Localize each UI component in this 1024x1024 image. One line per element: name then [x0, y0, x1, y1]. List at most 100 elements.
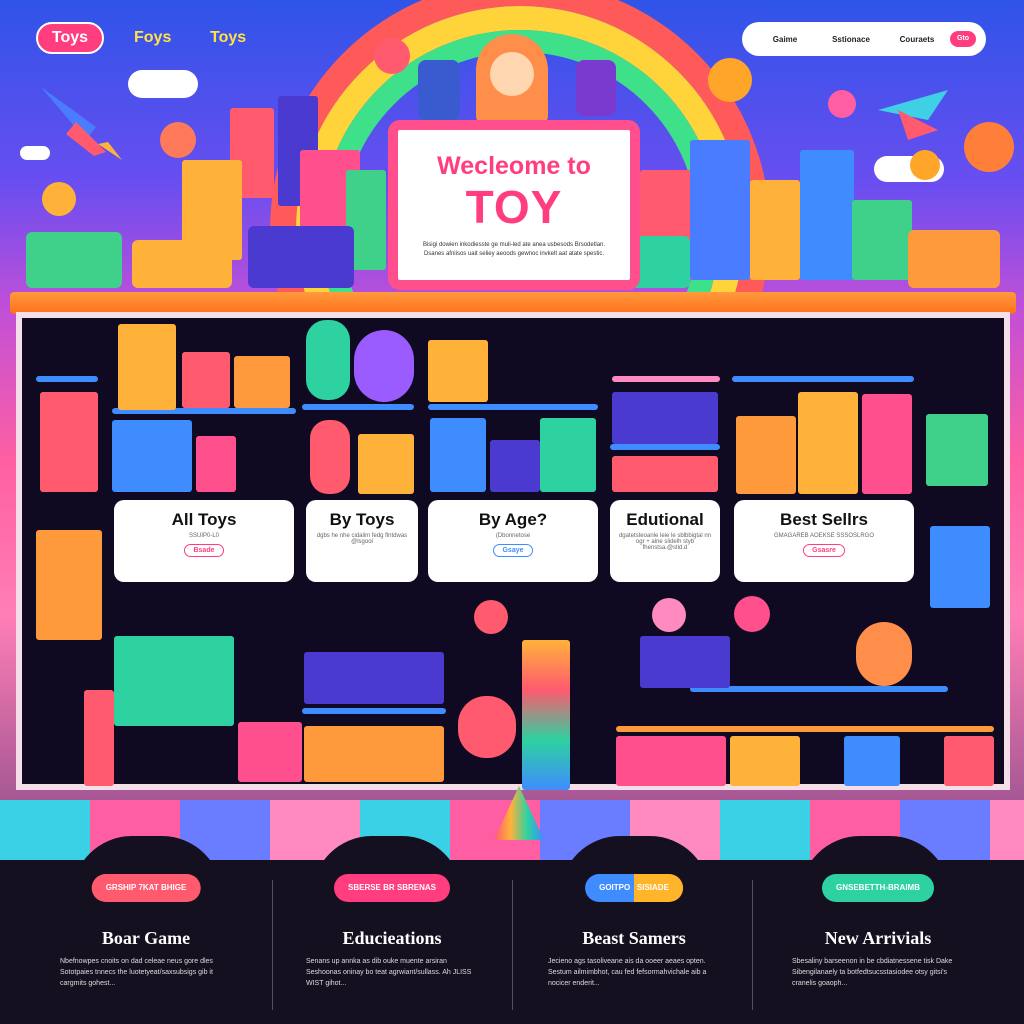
toy-bear — [354, 330, 414, 402]
toy-box — [114, 636, 234, 726]
toy-box — [798, 392, 858, 494]
toy-ball — [474, 600, 508, 634]
toy-box — [862, 394, 912, 494]
feature-educational: SBERSE BR SBRENAS Educieations Senans up… — [272, 860, 512, 1024]
toy-house — [852, 200, 912, 280]
planet-icon — [910, 150, 940, 180]
top-link[interactable]: Couraets — [884, 35, 950, 44]
feature-title: Beast Samers — [582, 928, 686, 948]
category-card-all-toys[interactable]: All Toys SSUIP0-L0 Bsade — [114, 500, 294, 582]
planet-icon — [42, 182, 76, 216]
toy-house — [750, 180, 800, 280]
nav-item-toys-2[interactable]: Toys — [196, 22, 260, 54]
category-subtitle: GMAGAREB AOEKSE SSSOSLRGO — [773, 533, 875, 539]
planet-icon — [828, 90, 856, 118]
feature-new-arrivals: GNSEBETTH-BRAIMB New Arrivials Sbesaliny… — [758, 860, 998, 1024]
toy-ball — [652, 598, 686, 632]
toy-box — [234, 356, 290, 408]
toy-box — [358, 434, 414, 494]
feature-text: Jecieno ags tasoliveane ais da ooeer aea… — [548, 958, 707, 987]
toy-box — [428, 340, 488, 402]
welcome-board: Wecleome to TOY Bisigi dowien inkodiesst… — [388, 120, 640, 290]
feature-badge-right: SISIADE — [636, 883, 669, 892]
divider — [512, 880, 513, 1010]
toy-box — [430, 418, 486, 492]
toy-box — [112, 420, 192, 492]
nav-item-toys[interactable]: Toys — [36, 22, 104, 54]
toy-house — [800, 150, 854, 280]
toy-box — [238, 722, 302, 782]
toy-house — [690, 140, 750, 280]
category-subtitle: (Dbonnetose — [495, 533, 531, 539]
feature-badge[interactable]: GOITPO SISIADE — [585, 874, 683, 902]
toy-box — [196, 436, 236, 492]
category-card-educational[interactable]: Edutional dgatetsteoanle leie le sblbbig… — [610, 500, 720, 582]
toy-figure — [306, 320, 350, 400]
category-title: By Age? — [478, 510, 548, 529]
toy-box — [926, 414, 988, 486]
robot-icon — [418, 60, 460, 120]
shelf-rail — [616, 726, 994, 732]
planet-icon — [964, 122, 1014, 172]
welcome-desc: Bisigi dowien inkodiesste ge muli-led at… — [422, 242, 606, 248]
category-subtitle: dgatetsteoanle leie le sblbbigtal nn ogr… — [618, 533, 712, 551]
toy-box — [944, 736, 994, 786]
stacking-tower — [522, 640, 570, 790]
toy-box — [616, 736, 726, 786]
category-title: Best Sellrs — [780, 510, 868, 529]
toy-box — [540, 418, 596, 492]
category-title: All Toys — [171, 510, 237, 529]
toy-box — [490, 440, 540, 492]
toy-bear — [458, 696, 516, 758]
toy-box — [612, 456, 718, 492]
truck-icon — [248, 226, 354, 288]
shelf-rail — [36, 376, 98, 382]
feature-text: Senans up annka as dib ouke muente arsir… — [306, 958, 472, 987]
toy-box — [730, 736, 800, 786]
feature-title: New Arrivials — [824, 928, 932, 948]
shelf-rail — [610, 444, 720, 450]
feature-badge[interactable]: SBERSE BR SBRENAS — [333, 874, 451, 902]
shelf-rail — [302, 404, 414, 410]
toy-box — [84, 690, 114, 786]
category-card-by-toys[interactable]: By Toys dgbs he nhe cidalim fedg flntdwa… — [306, 500, 418, 582]
top-link[interactable]: Gaime — [752, 35, 818, 44]
rocket-icon — [41, 87, 122, 160]
toy-box — [640, 636, 730, 688]
feature-badge[interactable]: GRSHIP 7KAT BHIGE — [91, 874, 201, 902]
shelf-rail — [732, 376, 914, 382]
category-subtitle: SSUIP0-L0 — [188, 533, 219, 539]
toy-box — [118, 324, 176, 410]
toy-box — [612, 392, 718, 444]
nav-item-foys[interactable]: Foys — [120, 22, 185, 54]
toy-ball — [734, 596, 770, 632]
top-cta-button[interactable]: Gto — [950, 31, 976, 47]
category-button[interactable]: Gsasre — [803, 544, 845, 557]
page: Toys Foys Toys Gaime Sstionace Couraets … — [0, 0, 1024, 1024]
feature-text: Sbesaliny barseenon in be cbdiatnessene … — [792, 958, 953, 987]
category-subtitle: dgbs he nhe cidalim fedg flntdwas @lsgoo… — [316, 533, 408, 545]
planet-icon — [708, 58, 752, 102]
feature-title: Educieations — [342, 928, 442, 948]
welcome-heading: Wecleome to — [437, 152, 591, 180]
feature-text: Nbefnowpes cnoits on dad celeae neus gor… — [60, 958, 213, 987]
cloud-icon — [128, 70, 198, 98]
category-title: Edutional — [626, 510, 704, 529]
doll-face — [490, 52, 534, 96]
category-button[interactable]: Bsade — [184, 544, 224, 557]
feature-badge-left: GOITPO — [599, 883, 631, 892]
toy-box — [304, 726, 444, 782]
planet-icon — [160, 122, 196, 158]
category-button[interactable]: Gsaye — [493, 544, 533, 557]
toy-figure — [856, 622, 912, 686]
shelf-top — [10, 292, 1016, 314]
feature-board-games: GRSHIP 7KAT BHIGE Boar Game Nbefnowpes c… — [26, 860, 266, 1024]
rocket-icon — [878, 90, 948, 140]
category-card-best-sellers[interactable]: Best Sellrs GMAGAREB AOEKSE SSSOSLRGO Gs… — [734, 500, 914, 582]
top-link[interactable]: Sstionace — [818, 35, 884, 44]
toy-box — [930, 526, 990, 608]
feature-title: Boar Game — [101, 928, 191, 948]
feature-badge[interactable]: GNSEBETTH-BRAIMB — [822, 874, 934, 902]
toy-figure — [310, 420, 350, 494]
category-card-by-age[interactable]: By Age? (Dbonnetose Gsaye — [428, 500, 598, 582]
